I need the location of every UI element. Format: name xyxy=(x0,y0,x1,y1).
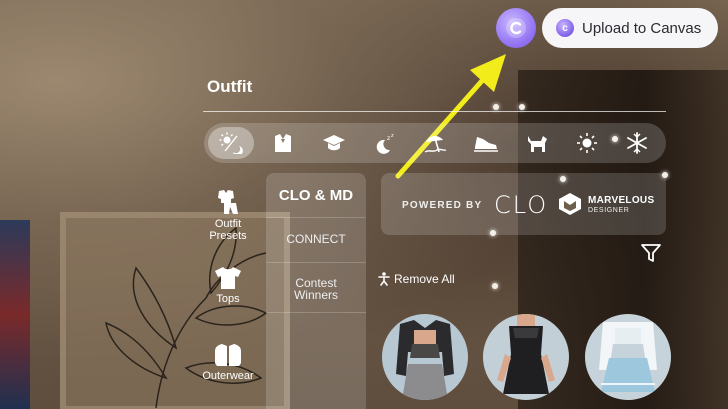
nav-tops[interactable]: Tops xyxy=(196,266,260,305)
filter-snow[interactable] xyxy=(614,127,660,159)
clo-logo: CLO xyxy=(494,191,549,219)
category-contest-winners[interactable]: Contest Winners xyxy=(266,277,366,301)
outfit-thumbnail-image xyxy=(382,314,468,400)
nav-outfit-presets[interactable]: Outfit Presets xyxy=(196,189,260,242)
outfit-thumbnail-image xyxy=(483,314,569,400)
outfit-thumbnail-image xyxy=(585,314,671,400)
nav-outfit-presets-label-2: Presets xyxy=(209,230,247,242)
person-icon xyxy=(378,272,390,286)
outfit-thumbnail[interactable] xyxy=(483,314,569,400)
marvelous-designer-logo-icon xyxy=(559,193,581,215)
sun-icon xyxy=(577,133,597,153)
pet-icon xyxy=(528,136,547,152)
panel-title: Outfit xyxy=(207,77,253,96)
filter-formal[interactable] xyxy=(260,127,306,159)
filter-pet[interactable] xyxy=(514,127,560,159)
remove-all-label: Remove All xyxy=(394,272,455,286)
tops-icon xyxy=(215,267,241,289)
beach-icon xyxy=(424,136,447,153)
category-divider xyxy=(266,262,366,263)
powered-by-banner: POWERED BY CLO MARVELOUS DESIGNER xyxy=(381,173,666,235)
nav-outfit-presets-label-1: Outfit xyxy=(214,218,242,230)
filter-icon[interactable] xyxy=(640,242,662,264)
sneaker-icon xyxy=(474,137,498,152)
filter-sleep[interactable]: z z xyxy=(361,127,407,159)
outfit-thumbnail[interactable] xyxy=(585,314,671,400)
svg-text:z: z xyxy=(391,133,394,139)
outerwear-icon xyxy=(215,344,241,366)
category-divider xyxy=(266,217,366,218)
nav-outerwear[interactable]: Outerwear xyxy=(196,343,260,382)
outfit-thumbnail[interactable] xyxy=(382,314,468,400)
formal-icon xyxy=(275,134,291,152)
weather-all-icon xyxy=(219,132,243,154)
md-logo-text-2: DESIGNER xyxy=(588,207,630,214)
category-connect[interactable]: CONNECT xyxy=(266,233,366,245)
occasion-filter-bar: z z xyxy=(204,123,666,163)
filter-weather-all[interactable] xyxy=(208,127,254,159)
md-logo-text-1: MARVELOUS xyxy=(588,195,655,206)
filter-graduation[interactable] xyxy=(311,127,357,159)
filter-beach[interactable] xyxy=(412,127,458,159)
snowflake-icon xyxy=(627,132,647,154)
category-connect-label: CONNECT xyxy=(286,232,346,246)
remove-all-button[interactable]: Remove All xyxy=(378,272,455,286)
svg-text:z: z xyxy=(387,135,390,142)
filter-sun[interactable] xyxy=(564,127,610,159)
title-divider xyxy=(203,111,666,112)
graduation-icon xyxy=(323,135,345,151)
category-divider xyxy=(266,312,366,313)
sleep-icon: z z xyxy=(376,133,394,154)
filter-sneaker[interactable] xyxy=(463,127,509,159)
powered-by-label: POWERED BY xyxy=(402,200,483,211)
outfit-presets-icon xyxy=(218,190,238,214)
category-panel: CLO & MD CONNECT Contest Winners xyxy=(266,173,366,409)
nav-tops-label: Tops xyxy=(216,293,240,305)
nav-outerwear-label: Outerwear xyxy=(202,370,254,382)
category-contest-label-2: Winners xyxy=(293,288,338,302)
category-header: CLO & MD xyxy=(278,187,354,204)
